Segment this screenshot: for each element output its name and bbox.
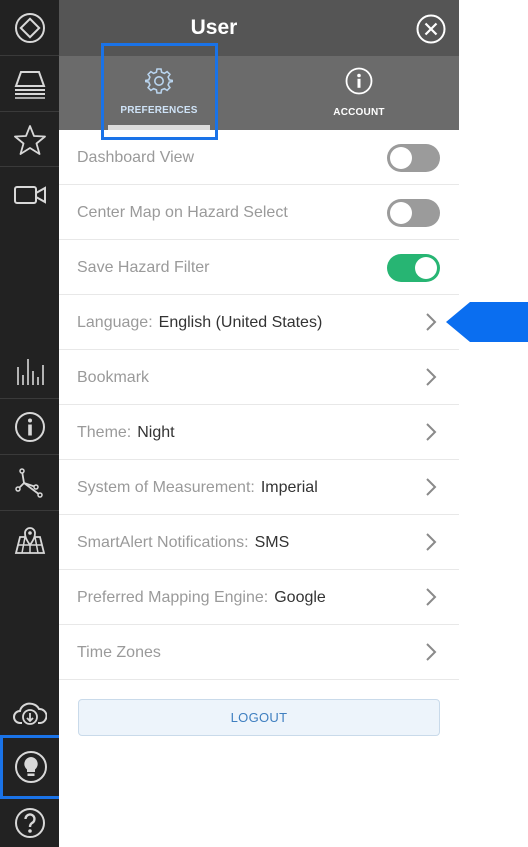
- favorites-button[interactable]: [0, 112, 59, 167]
- tab-account-label: ACCOUNT: [333, 107, 385, 118]
- camera-button[interactable]: [0, 167, 59, 222]
- setting-language[interactable]: Language: English (United States): [59, 295, 459, 350]
- setting-label: Center Map on Hazard Select: [77, 204, 288, 221]
- setting-time-zones[interactable]: Time Zones: [59, 625, 459, 680]
- chevron-right-icon: [426, 313, 437, 331]
- chevron-right-icon: [426, 368, 437, 386]
- setting-label: Language: English (United States): [77, 314, 323, 331]
- setting-label: Preferred Mapping Engine: Google: [77, 589, 326, 606]
- setting-label: Dashboard View: [77, 149, 195, 166]
- chevron-right-icon: [426, 423, 437, 441]
- cloud-download-icon: [12, 702, 47, 725]
- map-pin-icon: [14, 526, 45, 554]
- setting-save-hazard-filter: Save Hazard Filter: [59, 240, 459, 295]
- setting-label: Save Hazard Filter: [77, 259, 210, 276]
- close-icon[interactable]: [416, 14, 446, 44]
- star-icon: [13, 124, 46, 155]
- info-button[interactable]: [0, 399, 59, 454]
- chevron-right-icon: [426, 643, 437, 661]
- lightbulb-icon: [15, 751, 47, 783]
- setting-label: Theme: Night: [77, 424, 175, 441]
- setting-system-of-measurement[interactable]: System of Measurement: Imperial: [59, 460, 459, 515]
- route-button[interactable]: [0, 455, 59, 510]
- home-button[interactable]: [0, 0, 59, 55]
- download-button[interactable]: [0, 685, 59, 740]
- left-navigation-rail: [0, 0, 62, 847]
- center-map-toggle[interactable]: [387, 199, 440, 227]
- user-panel: User PREFERENCES ACCOUNT Dashboard View …: [59, 0, 459, 847]
- setting-bookmark[interactable]: Bookmark: [59, 350, 459, 405]
- setting-value: SMS: [254, 534, 290, 551]
- setting-value: Google: [274, 589, 326, 606]
- setting-value: Night: [137, 424, 175, 441]
- help-button[interactable]: [0, 795, 59, 847]
- setting-dashboard-view: Dashboard View: [59, 130, 459, 185]
- route-nodes-icon: [14, 467, 43, 498]
- video-camera-icon: [13, 185, 46, 204]
- tab-focus-highlight: [101, 43, 218, 140]
- save-hazard-filter-toggle[interactable]: [387, 254, 440, 282]
- analytics-button[interactable]: [0, 343, 59, 398]
- map-button[interactable]: [0, 511, 59, 566]
- dashboard-view-toggle[interactable]: [387, 144, 440, 172]
- setting-smartalert-notifications[interactable]: SmartAlert Notifications: SMS: [59, 515, 459, 570]
- setting-label: Bookmark: [77, 369, 150, 386]
- info-icon: [14, 411, 45, 442]
- setting-center-map: Center Map on Hazard Select: [59, 185, 459, 240]
- setting-label: System of Measurement: Imperial: [77, 479, 318, 496]
- chevron-right-icon: [426, 588, 437, 606]
- layers-button[interactable]: [0, 56, 59, 111]
- callout-arrow-pointer: [446, 302, 528, 342]
- layers-icon: [14, 70, 45, 99]
- chevron-right-icon: [426, 478, 437, 496]
- panel-tabs: PREFERENCES ACCOUNT: [59, 43, 459, 140]
- setting-label: SmartAlert Notifications: SMS: [77, 534, 290, 551]
- setting-preferred-mapping-engine[interactable]: Preferred Mapping Engine: Google: [59, 570, 459, 625]
- logout-button[interactable]: LOGOUT: [78, 699, 440, 736]
- setting-value: English (United States): [158, 314, 323, 331]
- setting-label: Time Zones: [77, 644, 161, 661]
- compass-diamond-icon: [14, 12, 45, 43]
- setting-value: Imperial: [260, 479, 318, 496]
- tab-account[interactable]: ACCOUNT: [259, 56, 459, 130]
- bar-chart-icon: [16, 358, 44, 385]
- help-icon: [14, 807, 45, 838]
- setting-theme[interactable]: Theme: Night: [59, 405, 459, 460]
- chevron-right-icon: [426, 533, 437, 551]
- user-preferences-button[interactable]: [0, 735, 62, 799]
- info-icon: [345, 67, 373, 95]
